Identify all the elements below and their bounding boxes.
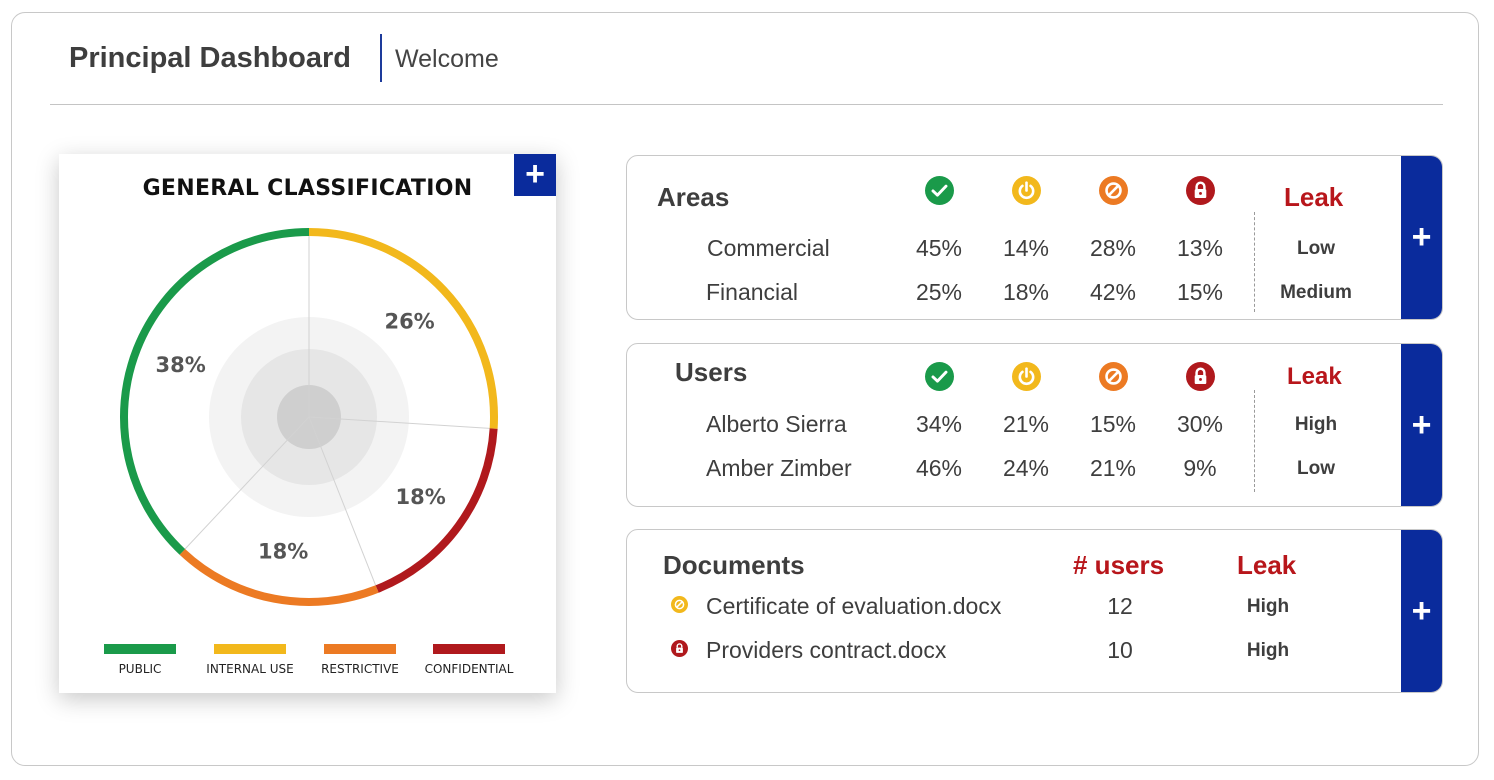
users-row-value: 21% (1089, 455, 1137, 481)
legend-label-restrictive: RESTRICTIVE (321, 662, 399, 676)
users-leak-header: Leak (1287, 363, 1342, 390)
areas-row-leak: Medium (1280, 282, 1352, 303)
document-leak: High (1246, 596, 1290, 617)
header-separator (380, 34, 382, 82)
legend-item-confidential: CONFIDENTIAL (414, 644, 524, 678)
areas-divider (1254, 212, 1255, 312)
areas-row-value: 18% (1002, 279, 1050, 305)
areas-row-leak: Low (1297, 238, 1335, 259)
areas-title: Areas (657, 182, 730, 212)
legend-item-public: PUBLIC (85, 644, 195, 678)
areas-leak-header: Leak (1284, 182, 1344, 212)
areas-row-value: 45% (915, 235, 963, 261)
users-row-leak: Low (1297, 458, 1335, 479)
public-check-icon (925, 362, 954, 391)
areas-panel: Areas Leak Commercial 45% 14% 28% 13% Lo… (626, 155, 1443, 320)
documents-users-header: # users (1073, 550, 1165, 580)
legend-item-internal-use: INTERNAL USE (195, 644, 305, 678)
document-name[interactable]: Certificate of evaluation.docx (706, 593, 1001, 620)
users-row-value: 9% (1183, 455, 1217, 481)
users-divider (1254, 390, 1255, 492)
document-name[interactable]: Providers contract.docx (706, 637, 946, 664)
documents-title: Documents (663, 550, 805, 580)
legend-label-internal-use: INTERNAL USE (206, 662, 294, 676)
pie-data-label: 18% (258, 540, 308, 564)
areas-row-value: 42% (1089, 279, 1137, 305)
pie-data-label: 38% (156, 353, 206, 377)
legend-swatch-public (104, 644, 176, 654)
internal-power-icon (1012, 176, 1041, 205)
users-row-value: 34% (915, 411, 963, 437)
classification-card: 26% 18% 18% 38% GENERAL CLASSIFICATION + PU… (59, 154, 556, 693)
pie-data-label: 18% (396, 485, 446, 509)
areas-row-value: 14% (1002, 235, 1050, 261)
users-panel: Users Leak Alberto Sierra 34% 21% 15% 30… (626, 343, 1443, 507)
header-divider (50, 104, 1443, 105)
public-check-icon (925, 176, 954, 205)
legend-swatch-restrictive (324, 644, 396, 654)
chart-title: GENERAL CLASSIFICATION (142, 176, 473, 201)
document-users-count: 12 (1107, 593, 1133, 619)
areas-row-value: 13% (1176, 235, 1224, 261)
pie-data-label: 26% (384, 310, 434, 334)
documents-leak-header: Leak (1237, 550, 1297, 580)
areas-row-name: Commercial (707, 235, 830, 261)
legend-label-confidential: CONFIDENTIAL (424, 662, 514, 676)
users-add-button[interactable]: + (1401, 344, 1442, 506)
legend-swatch-internal-use (214, 644, 286, 654)
users-title: Users (675, 357, 748, 387)
welcome-text: Welcome (395, 45, 499, 73)
legend-item-restrictive: RESTRICTIVE (305, 644, 415, 678)
document-users-count: 10 (1107, 637, 1133, 663)
chart-add-button[interactable]: + (514, 154, 556, 196)
classification-pie-chart: 26% 18% 18% 38% (120, 228, 498, 606)
confidential-lock-icon (1186, 176, 1215, 205)
users-row-value: 46% (915, 455, 963, 481)
page-title: Principal Dashboard (69, 42, 352, 74)
areas-row-value: 28% (1089, 235, 1137, 261)
users-row-leak: High (1294, 414, 1338, 435)
confidential-lock-icon (671, 640, 688, 657)
areas-add-button[interactable]: + (1401, 156, 1442, 319)
legend-swatch-confidential (433, 644, 505, 654)
documents-panel: Documents # users Leak Certificate of ev… (626, 529, 1443, 693)
legend-label-public: PUBLIC (118, 662, 162, 676)
users-row-value: 21% (1002, 411, 1050, 437)
restrictive-block-icon (1099, 176, 1128, 205)
areas-row-value: 25% (915, 279, 963, 305)
users-row-name: Amber Zimber (706, 455, 852, 481)
document-leak: High (1246, 640, 1290, 661)
restrictive-block-icon (671, 596, 688, 613)
users-row-value: 24% (1002, 455, 1050, 481)
chart-legend: PUBLIC INTERNAL USE RESTRICTIVE CONFIDEN… (59, 644, 556, 684)
documents-add-button[interactable]: + (1401, 530, 1442, 692)
confidential-lock-icon (1186, 362, 1215, 391)
users-row-value: 30% (1176, 411, 1224, 437)
internal-power-icon (1012, 362, 1041, 391)
restrictive-block-icon (1099, 362, 1128, 391)
users-row-value: 15% (1089, 411, 1137, 437)
areas-row-name: Financial (706, 279, 799, 305)
areas-row-value: 15% (1176, 279, 1224, 305)
users-row-name: Alberto Sierra (706, 411, 847, 437)
